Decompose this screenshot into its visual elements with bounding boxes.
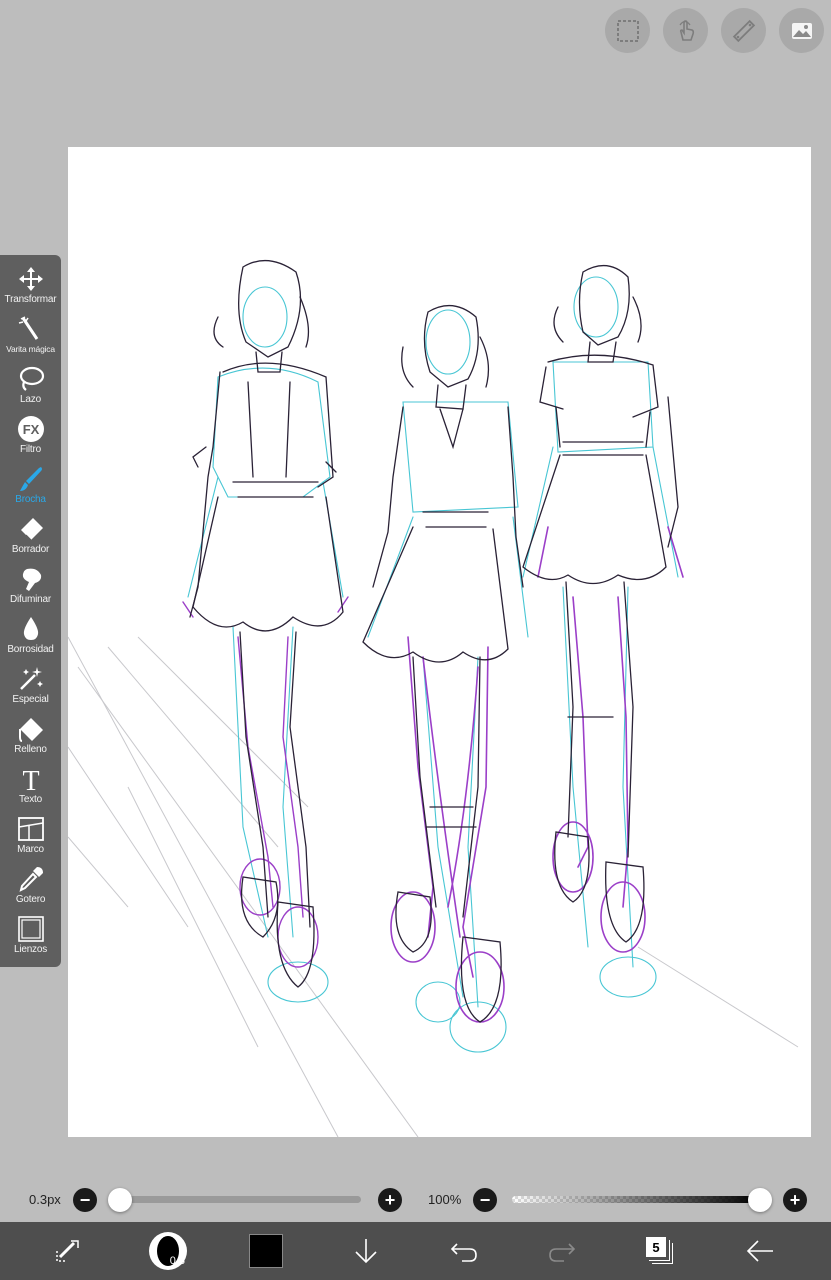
opacity-slider[interactable] (512, 1196, 760, 1203)
layers-button[interactable]: 5 (642, 1222, 678, 1280)
tool-eraser[interactable]: Borrador (0, 509, 61, 559)
download-button[interactable] (348, 1222, 384, 1280)
canvas-icon (17, 916, 44, 942)
transform-swap-icon (56, 1240, 79, 1262)
opacity-value: 100% (428, 1192, 462, 1207)
tool-label: Gotero (15, 894, 46, 905)
reference-button[interactable] (779, 8, 824, 53)
swap-button[interactable] (48, 1222, 88, 1280)
tool-label: Brocha (15, 494, 46, 505)
tool-label: Borrador (11, 544, 50, 555)
minus-icon: − (479, 1190, 491, 1210)
brush-size-slider-handle[interactable] (108, 1188, 132, 1212)
tool-label: Difuminar (10, 594, 51, 605)
ruler-icon (732, 19, 755, 42)
svg-text:FX: FX (22, 422, 39, 437)
tool-label: Filtro (19, 444, 42, 455)
eyedropper-icon (19, 867, 43, 892)
redo-button[interactable] (544, 1222, 580, 1280)
tool-label: Lienzos (13, 944, 48, 955)
selection-icon (616, 19, 639, 42)
tool-label: Relleno (14, 744, 47, 755)
eraser-icon (20, 518, 43, 541)
selection-button[interactable] (605, 8, 650, 53)
undo-button[interactable] (446, 1222, 482, 1280)
sparkle-icon (19, 667, 43, 690)
drop-icon (23, 617, 38, 640)
tool-panel: Transformar Varita mágica Lazo FX Filtro… (0, 255, 61, 967)
arrow-down-icon (355, 1239, 377, 1264)
tool-label: Marco (17, 844, 44, 855)
text-icon: T (22, 766, 39, 793)
undo-icon (450, 1243, 477, 1262)
bottom-toolbar: 0.3 5 (0, 1222, 831, 1280)
brush-size-slider[interactable] (120, 1196, 361, 1203)
layers-icon: 5 (646, 1237, 674, 1265)
tool-lasso[interactable]: Lazo (0, 359, 61, 409)
touch-hand-icon (678, 19, 694, 41)
brush-size-value: 0.3px (29, 1192, 61, 1207)
tool-label: Lazo (20, 394, 41, 405)
plus-icon: + (789, 1190, 801, 1210)
tool-label: Especial (12, 694, 49, 705)
image-icon (791, 22, 812, 39)
frame-icon (17, 817, 44, 841)
brush-settings-bar: 0.3px − + 100% − + (0, 1182, 831, 1218)
tool-canvas[interactable]: Lienzos (0, 909, 61, 959)
tool-blur[interactable]: Borrosidad (0, 609, 61, 659)
opacity-decrease-button[interactable]: − (473, 1188, 497, 1212)
tool-label: Texto (19, 794, 42, 805)
back-button[interactable] (742, 1222, 778, 1280)
fx-icon: FX (17, 416, 44, 442)
brush-preview-button[interactable]: 0.3 (146, 1222, 190, 1280)
ruler-button[interactable] (721, 8, 766, 53)
tool-label: Transformar (4, 294, 57, 305)
drawing-canvas[interactable] (68, 147, 811, 1137)
svg-text:T: T (22, 766, 39, 793)
tool-fill[interactable]: Relleno (0, 709, 61, 759)
brush-size-decrease-button[interactable]: − (73, 1188, 97, 1212)
tool-text[interactable]: T Texto (0, 759, 61, 809)
tool-transform[interactable]: Transformar (0, 259, 61, 309)
tool-filter[interactable]: FX Filtro (0, 409, 61, 459)
fill-icon (18, 718, 43, 742)
current-color-swatch (249, 1234, 283, 1268)
layer-count: 5 (646, 1237, 666, 1257)
brush-icon (19, 467, 42, 491)
sketch-artwork (68, 260, 799, 1137)
tool-brush[interactable]: Brocha (0, 459, 61, 509)
arrow-left-icon (746, 1240, 773, 1262)
move-arrows-icon (18, 267, 43, 291)
lasso-icon (19, 366, 44, 391)
brush-size-badge: 0.3 (149, 1232, 187, 1270)
brush-size-increase-button[interactable]: + (378, 1188, 402, 1212)
minus-icon: − (79, 1190, 91, 1210)
smudge-icon (22, 568, 41, 591)
touch-button[interactable] (663, 8, 708, 53)
tool-special[interactable]: Especial (0, 659, 61, 709)
magic-wand-icon (18, 316, 38, 340)
tool-label: Varita mágica (6, 344, 55, 354)
opacity-slider-handle[interactable] (748, 1188, 772, 1212)
tool-eyedropper[interactable]: Gotero (0, 859, 61, 909)
tool-frame[interactable]: Marco (0, 809, 61, 859)
color-button[interactable] (248, 1222, 284, 1280)
tool-magic-wand[interactable]: Varita mágica (0, 309, 61, 359)
opacity-increase-button[interactable]: + (783, 1188, 807, 1212)
tool-label: Borrosidad (7, 644, 54, 655)
plus-icon: + (384, 1190, 396, 1210)
redo-icon (549, 1243, 576, 1262)
tool-smudge[interactable]: Difuminar (0, 559, 61, 609)
